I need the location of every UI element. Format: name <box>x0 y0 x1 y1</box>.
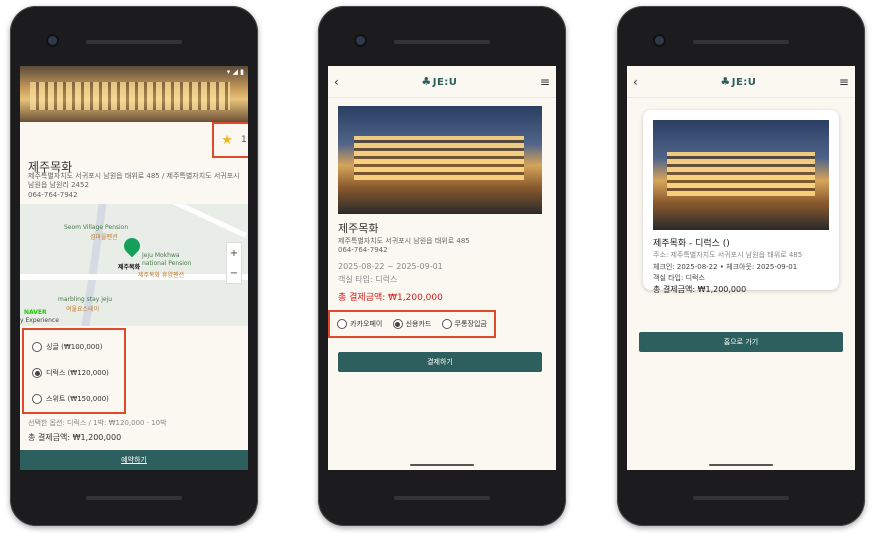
room-option-single[interactable]: 싱글 (₩100,000) <box>32 342 102 352</box>
back-icon[interactable]: ‹ <box>334 75 339 89</box>
star-icon[interactable]: ★ <box>221 133 233 148</box>
back-icon[interactable]: ‹ <box>633 75 638 89</box>
speaker <box>394 40 490 44</box>
radio-icon[interactable] <box>441 319 452 329</box>
zoom-in-icon[interactable]: + <box>230 248 238 259</box>
place-title: 제주목화 <box>338 222 379 235</box>
map-label: national Pension <box>142 260 192 267</box>
booking-card: 제주목화 - 디럭스 () 주소: 제주특별자치도 서귀포시 남원읍 태위로 4… <box>643 110 839 294</box>
pay-button[interactable]: 결제하기 <box>338 352 542 372</box>
radio-icon[interactable] <box>392 319 403 329</box>
menu-icon[interactable]: ≡ <box>540 75 550 89</box>
zoom-out-icon[interactable]: − <box>230 268 238 279</box>
home-bar <box>394 496 490 500</box>
room-options-box: 싱글 (₩100,000) 디럭스 (₩120,000) 스위트 (₩150,0… <box>22 328 126 414</box>
map-label: Seom Village Pension <box>64 224 129 231</box>
screen-payment: ‹ ♣ JE:U ≡ 제주목화 제주특별자치도 서귀포시 남원읍 태위로 485 … <box>328 66 556 470</box>
hotel-image <box>338 106 542 214</box>
home-button[interactable]: 홈으로 가기 <box>639 332 843 352</box>
radio-icon[interactable] <box>337 319 348 329</box>
status-icons: ▾ ◢ ▮ <box>226 68 244 76</box>
place-address: 제주특별자치도 서귀포시 남원읍 태위로 485 / 제주특별자치도 서귀포시 … <box>28 172 240 189</box>
selected-info: 선택한 옵션: 디럭스 / 1박: ₩120,000 · 10박 <box>28 419 167 427</box>
home-bar <box>693 496 789 500</box>
map-label: 제주목화 휴양펜션 <box>138 272 185 279</box>
header: ‹ ♣ JE:U ≡ <box>627 66 855 98</box>
reserve-button[interactable]: 예약하기 <box>20 450 248 470</box>
logo[interactable]: ♣ JE:U <box>720 75 756 88</box>
camera <box>48 36 57 45</box>
stay-dates: 2025-08-22 ~ 2025-09-01 <box>338 262 443 271</box>
stage: ▾ ◢ ▮ ★ 1 제주목화 제주특별자치도 서귀포시 남원읍 태위로 485 … <box>0 0 873 533</box>
menu-icon[interactable]: ≡ <box>839 75 849 89</box>
naver-logo: NAVER <box>24 309 47 316</box>
screen-confirmation: ‹ ♣ JE:U ≡ 제주목화 - 디럭스 () 주소: 제주특별자치도 서귀포시… <box>627 66 855 470</box>
phone-frame-1: ▾ ◢ ▮ ★ 1 제주목화 제주특별자치도 서귀포시 남원읍 태위로 485 … <box>10 6 258 526</box>
map-pin-label: 제주목화 <box>118 264 141 271</box>
map-label: Jeju Mokhwa <box>142 252 180 259</box>
place-address: 제주특별자치도 서귀포시 남원읍 태위로 485 <box>338 237 470 245</box>
hotel-image <box>653 120 829 230</box>
map-footer-text: y Experience <box>20 317 59 324</box>
phone-frame-3: ‹ ♣ JE:U ≡ 제주목화 - 디럭스 () 주소: 제주특별자치도 서귀포시… <box>617 6 865 526</box>
camera <box>356 36 365 45</box>
map[interactable]: Seom Village Pension 섬마을펜션 Jeju Mokhwa n… <box>20 204 248 326</box>
palm-icon: ♣ <box>720 75 731 88</box>
home-indicator <box>709 464 773 466</box>
booking-address: 주소: 제주특별자치도 서귀포시 남원읍 태위로 485 <box>653 251 803 259</box>
logo[interactable]: ♣ JE:U <box>421 75 457 88</box>
total-price: 총 결제금액: ₩1,200,000 <box>28 433 122 442</box>
booking-title: 제주목화 - 디럭스 () <box>653 239 730 249</box>
camera <box>655 36 664 45</box>
payment-option-card[interactable]: 신용카드 <box>392 319 431 329</box>
favorite-count: 1 <box>240 135 247 145</box>
map-label: marbling stay jeju <box>58 296 113 303</box>
radio-icon[interactable] <box>32 394 42 404</box>
place-phone: 064-764-7942 <box>28 191 78 199</box>
payment-option-transfer[interactable]: 무통장입금 <box>441 319 487 329</box>
room-option-suite[interactable]: 스위트 (₩150,000) <box>32 394 109 404</box>
total-price: 총 결제금액: ₩1,200,000 <box>653 285 747 294</box>
screen-room-select: ▾ ◢ ▮ ★ 1 제주목화 제주특별자치도 서귀포시 남원읍 태위로 485 … <box>20 66 248 470</box>
phone-frame-2: ‹ ♣ JE:U ≡ 제주목화 제주특별자치도 서귀포시 남원읍 태위로 485 … <box>318 6 566 526</box>
payment-option-kakaopay[interactable]: 카카오페이 <box>337 319 382 329</box>
room-option-deluxe[interactable]: 디럭스 (₩120,000) <box>32 368 109 378</box>
room-type: 객실 타입: 디럭스 <box>338 275 398 284</box>
speaker <box>86 40 182 44</box>
speaker <box>693 40 789 44</box>
home-bar <box>86 496 182 500</box>
palm-icon: ♣ <box>421 75 432 88</box>
map-label: 여울요스테이 <box>66 306 100 313</box>
room-type: 객실 타입: 디럭스 <box>653 274 705 282</box>
map-label: 섬마을펜션 <box>90 234 118 241</box>
hero-image: ▾ ◢ ▮ <box>20 66 248 122</box>
favorite-box[interactable]: ★ 1 <box>212 122 248 158</box>
total-price: 총 결제금액: ₩1,200,000 <box>338 293 443 303</box>
place-phone: 064-764-7942 <box>338 246 388 254</box>
booking-dates: 체크인: 2025-08-22 • 체크아웃: 2025-09-01 <box>653 263 798 271</box>
radio-icon[interactable] <box>32 368 42 378</box>
home-indicator <box>410 464 474 466</box>
zoom-control[interactable]: + − <box>226 242 242 284</box>
payment-options-box: 카카오페이 신용카드 무통장입금 <box>328 310 496 338</box>
map-pin-icon[interactable] <box>120 234 144 258</box>
header: ‹ ♣ JE:U ≡ <box>328 66 556 98</box>
radio-icon[interactable] <box>32 342 42 352</box>
